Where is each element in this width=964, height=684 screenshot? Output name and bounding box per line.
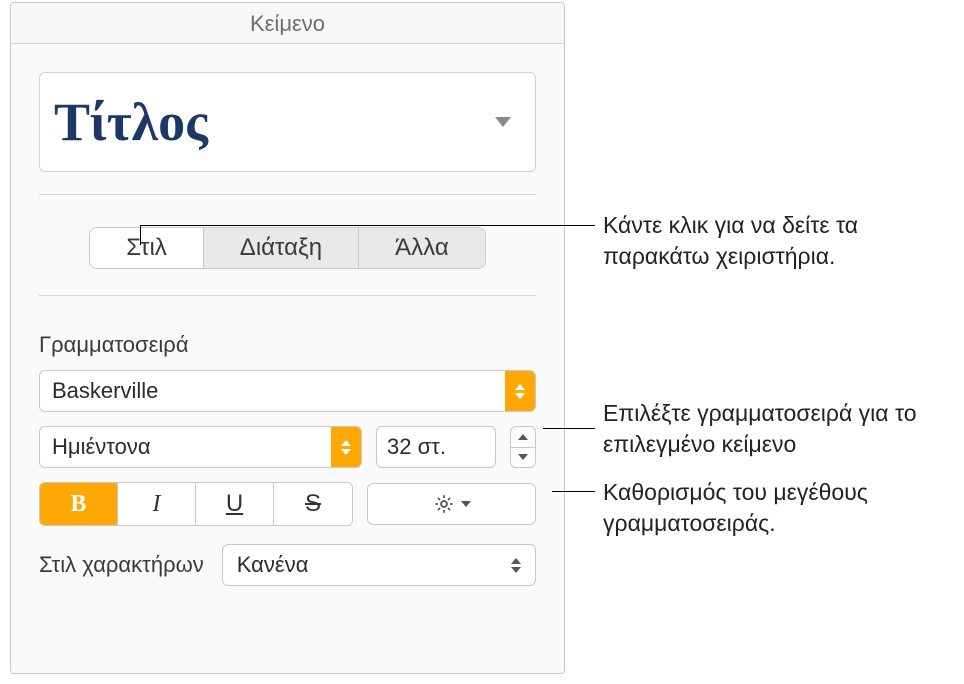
tab-style[interactable]: Στιλ [90,228,204,268]
panel-title: Κείμενο [11,3,564,44]
underline-button[interactable]: U [196,483,274,525]
tab-more[interactable]: Άλλα [359,228,485,268]
font-size-decrease[interactable] [511,448,535,468]
font-size-value: 32 στ. [387,434,446,460]
advanced-options-button[interactable] [367,483,536,525]
strikethrough-button[interactable]: S [274,483,352,525]
chevron-down-icon [495,117,511,127]
character-styles-label: Στιλ χαρακτήρων [39,552,204,578]
callout-leader [543,428,595,429]
callout-leader [552,491,595,492]
font-weight-dropdown[interactable]: Ημιέντονα [39,426,362,468]
tab-layout[interactable]: Διάταξη [204,228,359,268]
dropdown-arrows-icon [511,558,521,573]
caret-up-icon [518,434,528,440]
character-styles-value: Κανένα [237,552,309,578]
bold-button[interactable]: B [40,483,118,525]
gear-icon [433,493,455,515]
font-size-field[interactable]: 32 στ. [376,426,496,468]
chevron-down-icon [461,501,471,507]
format-tabs: Στιλ Διάταξη Άλλα [89,227,485,269]
font-size-stepper [510,426,536,468]
dropdown-arrows-icon [505,371,535,411]
text-format-panel: Κείμενο Τίτλος Στιλ Διάταξη Άλλα Γραμματ… [10,2,565,674]
dropdown-arrows-icon [331,427,361,467]
character-styles-dropdown[interactable]: Κανένα [222,544,536,586]
divider [39,295,536,296]
font-weight-value: Ημιέντονα [52,434,151,460]
font-size-increase[interactable] [511,427,535,448]
italic-button[interactable]: I [118,483,196,525]
font-family-value: Baskerville [52,378,158,404]
divider [39,194,536,195]
paragraph-style-dropdown[interactable]: Τίτλος [39,72,536,172]
caret-down-icon [518,454,528,460]
text-style-group: B I U S [39,482,353,526]
font-family-dropdown[interactable]: Baskerville [39,370,536,412]
callout-leader [140,225,141,245]
callout-font-size: Καθορισμός του μεγέθους γραμματοσειράς. [603,477,953,539]
font-section-label: Γραμματοσειρά [39,332,536,358]
callout-tabs: Κάντε κλικ για να δείτε τα παρακάτω χειρ… [603,210,933,272]
paragraph-style-name: Τίτλος [54,91,208,153]
callout-font-family: Επιλέξτε γραμματοσειρά για το επιλεγμένο… [603,398,953,460]
callout-leader [140,225,595,226]
